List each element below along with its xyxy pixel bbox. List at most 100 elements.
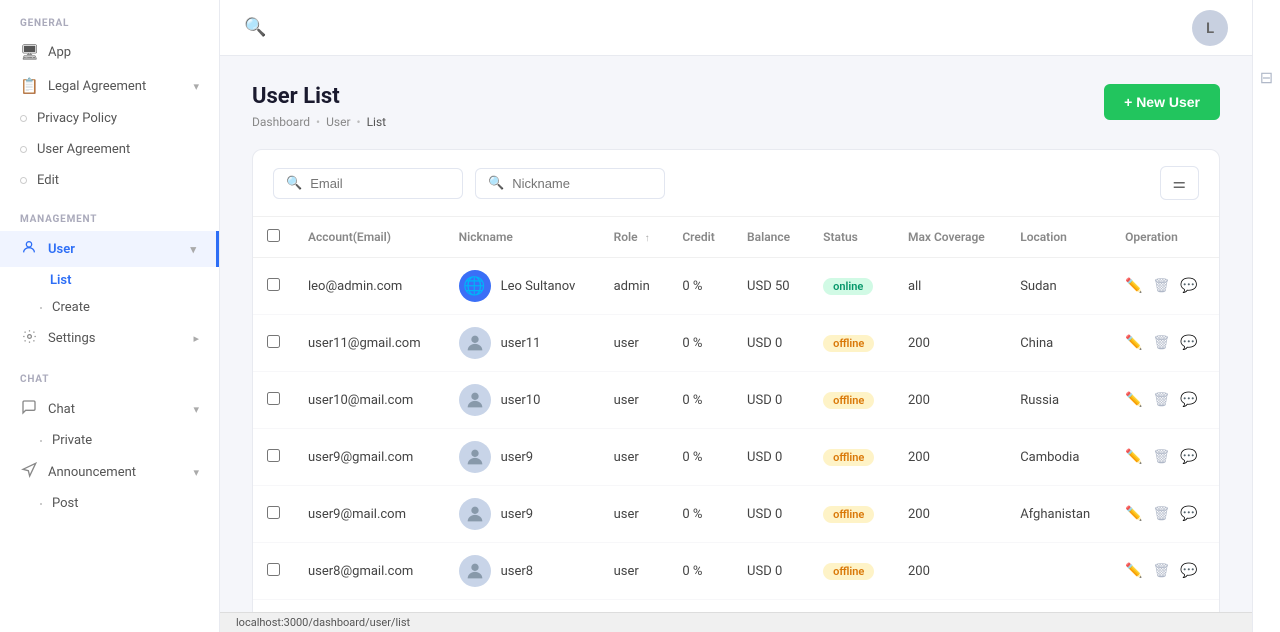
status-badge: offline	[823, 335, 874, 352]
sidebar-item-label: Chat	[48, 402, 75, 417]
edit-icon[interactable]: ✏️	[1125, 392, 1142, 408]
row-checkbox[interactable]	[267, 278, 280, 291]
chevron-down-icon: ▾	[193, 403, 199, 416]
sidebar-item-legal-agreement[interactable]: 📋 Legal Agreement ▾	[0, 69, 219, 103]
sidebar-item-label: List	[50, 273, 71, 288]
avatar	[459, 384, 491, 416]
select-all-header	[253, 217, 294, 258]
credit-cell: 0 %	[668, 315, 733, 372]
row-checkbox[interactable]	[267, 449, 280, 462]
operation-cell: ✏️ 🗑 💬	[1111, 600, 1219, 613]
chat-icon[interactable]: 💬	[1180, 506, 1197, 522]
nickname-filter: 🔍	[475, 168, 665, 199]
delete-icon[interactable]: 🗑	[1153, 563, 1171, 579]
col-operation: Operation	[1111, 217, 1219, 258]
status-cell: offline	[809, 600, 894, 613]
edit-icon[interactable]: ✏️	[1125, 563, 1142, 579]
chat-icon	[20, 399, 38, 419]
max-coverage-cell: all	[894, 258, 1006, 315]
delete-icon[interactable]: 🗑	[1153, 449, 1171, 465]
chat-icon[interactable]: 💬	[1180, 449, 1197, 465]
delete-icon[interactable]: 🗑	[1153, 335, 1171, 351]
sidebar-item-chat[interactable]: Chat ▾	[0, 391, 219, 427]
chat-icon[interactable]: 💬	[1180, 335, 1197, 351]
row-checkbox[interactable]	[267, 563, 280, 576]
row-checkbox[interactable]	[267, 392, 280, 405]
col-email: Account(Email)	[294, 217, 445, 258]
status-badge: offline	[823, 449, 874, 466]
sidebar-item-privacy-policy[interactable]: Privacy Policy	[0, 103, 219, 134]
sort-icon: ↑	[645, 233, 650, 244]
sliders-icon[interactable]: ⊟	[1260, 60, 1273, 95]
email-cell: user7@gmail.com	[294, 600, 445, 613]
delete-icon[interactable]: 🗑	[1153, 392, 1171, 408]
dot-icon	[20, 146, 27, 153]
filter-options-button[interactable]: ⚌	[1160, 166, 1199, 200]
topbar: 🔍 L	[220, 0, 1252, 56]
status-badge: offline	[823, 506, 874, 523]
credit-cell: 0 %	[668, 486, 733, 543]
chevron-down-icon: ▸	[193, 332, 199, 345]
sidebar-item-label: User	[48, 242, 75, 257]
role-cell: user	[600, 315, 669, 372]
table-row: leo@admin.com 🌐 Leo Sultanov admin 0 % U…	[253, 258, 1219, 315]
sidebar-item-user-agreement[interactable]: User Agreement	[0, 134, 219, 165]
announcement-icon	[20, 462, 38, 482]
avatar: 🌐	[459, 270, 491, 302]
edit-icon[interactable]: ✏️	[1125, 335, 1142, 351]
balance-cell: USD 0	[733, 543, 809, 600]
page-header: User List Dashboard • User • List + New …	[252, 84, 1220, 129]
search-icon[interactable]: 🔍	[244, 17, 266, 38]
breadcrumb-user[interactable]: User	[326, 115, 350, 129]
chat-icon[interactable]: 💬	[1180, 392, 1197, 408]
edit-icon[interactable]: ✏️	[1125, 449, 1142, 465]
col-role[interactable]: Role ↑	[600, 217, 669, 258]
sidebar-section-general: GENERAL	[0, 0, 219, 35]
row-checkbox-cell	[253, 600, 294, 613]
user-icon	[20, 239, 38, 259]
nickname-cell: user9	[445, 429, 600, 486]
new-user-button[interactable]: + New User	[1104, 84, 1220, 120]
location-cell: Afghanistan	[1006, 486, 1111, 543]
row-checkbox-cell	[253, 486, 294, 543]
breadcrumb-dashboard[interactable]: Dashboard	[252, 115, 310, 129]
edit-icon[interactable]: ✏️	[1125, 506, 1142, 522]
delete-icon[interactable]: 🗑	[1153, 506, 1171, 522]
sidebar-item-create[interactable]: Create	[0, 294, 219, 321]
sidebar-section-chat: CHAT	[0, 356, 219, 391]
role-cell: user	[600, 600, 669, 613]
select-all-checkbox[interactable]	[267, 229, 280, 242]
edit-icon[interactable]: ✏️	[1125, 278, 1142, 294]
sidebar-item-user[interactable]: User ▾	[0, 231, 219, 267]
status-badge: online	[823, 278, 873, 295]
delete-icon[interactable]: 🗑	[1153, 278, 1171, 294]
sidebar-item-list[interactable]: List	[0, 267, 219, 294]
dot-icon	[40, 503, 42, 505]
operation-cell: ✏️ 🗑 💬	[1111, 258, 1219, 315]
breadcrumb-sep-2: •	[357, 115, 361, 129]
max-coverage-cell: 200	[894, 315, 1006, 372]
settings-icon	[20, 329, 38, 348]
sidebar-item-settings[interactable]: Settings ▸	[0, 321, 219, 356]
sidebar-item-private[interactable]: Private	[0, 427, 219, 454]
sidebar-item-edit[interactable]: Edit	[0, 165, 219, 196]
sidebar-item-announcement[interactable]: Announcement ▾	[0, 454, 219, 490]
chat-icon[interactable]: 💬	[1180, 278, 1197, 294]
dot-icon	[20, 115, 27, 122]
sidebar-item-app[interactable]: 🖥 App	[0, 35, 219, 69]
sidebar-item-label: Privacy Policy	[37, 111, 117, 126]
role-cell: user	[600, 486, 669, 543]
operation-cell: ✏️ 🗑 💬	[1111, 429, 1219, 486]
nickname-input[interactable]	[512, 176, 652, 191]
email-input[interactable]	[310, 176, 450, 191]
table-row: user7@gmail.com user7 user 0 % USD 0 off…	[253, 600, 1219, 613]
chat-icon[interactable]: 💬	[1180, 563, 1197, 579]
role-cell: admin	[600, 258, 669, 315]
dot-icon	[40, 307, 42, 309]
credit-cell: 0 %	[668, 372, 733, 429]
sidebar-item-post[interactable]: Post	[0, 490, 219, 517]
row-checkbox[interactable]	[267, 335, 280, 348]
row-checkbox[interactable]	[267, 506, 280, 519]
status-url: localhost:3000/dashboard/user/list	[236, 616, 410, 629]
email-search-icon: 🔍	[286, 176, 302, 191]
